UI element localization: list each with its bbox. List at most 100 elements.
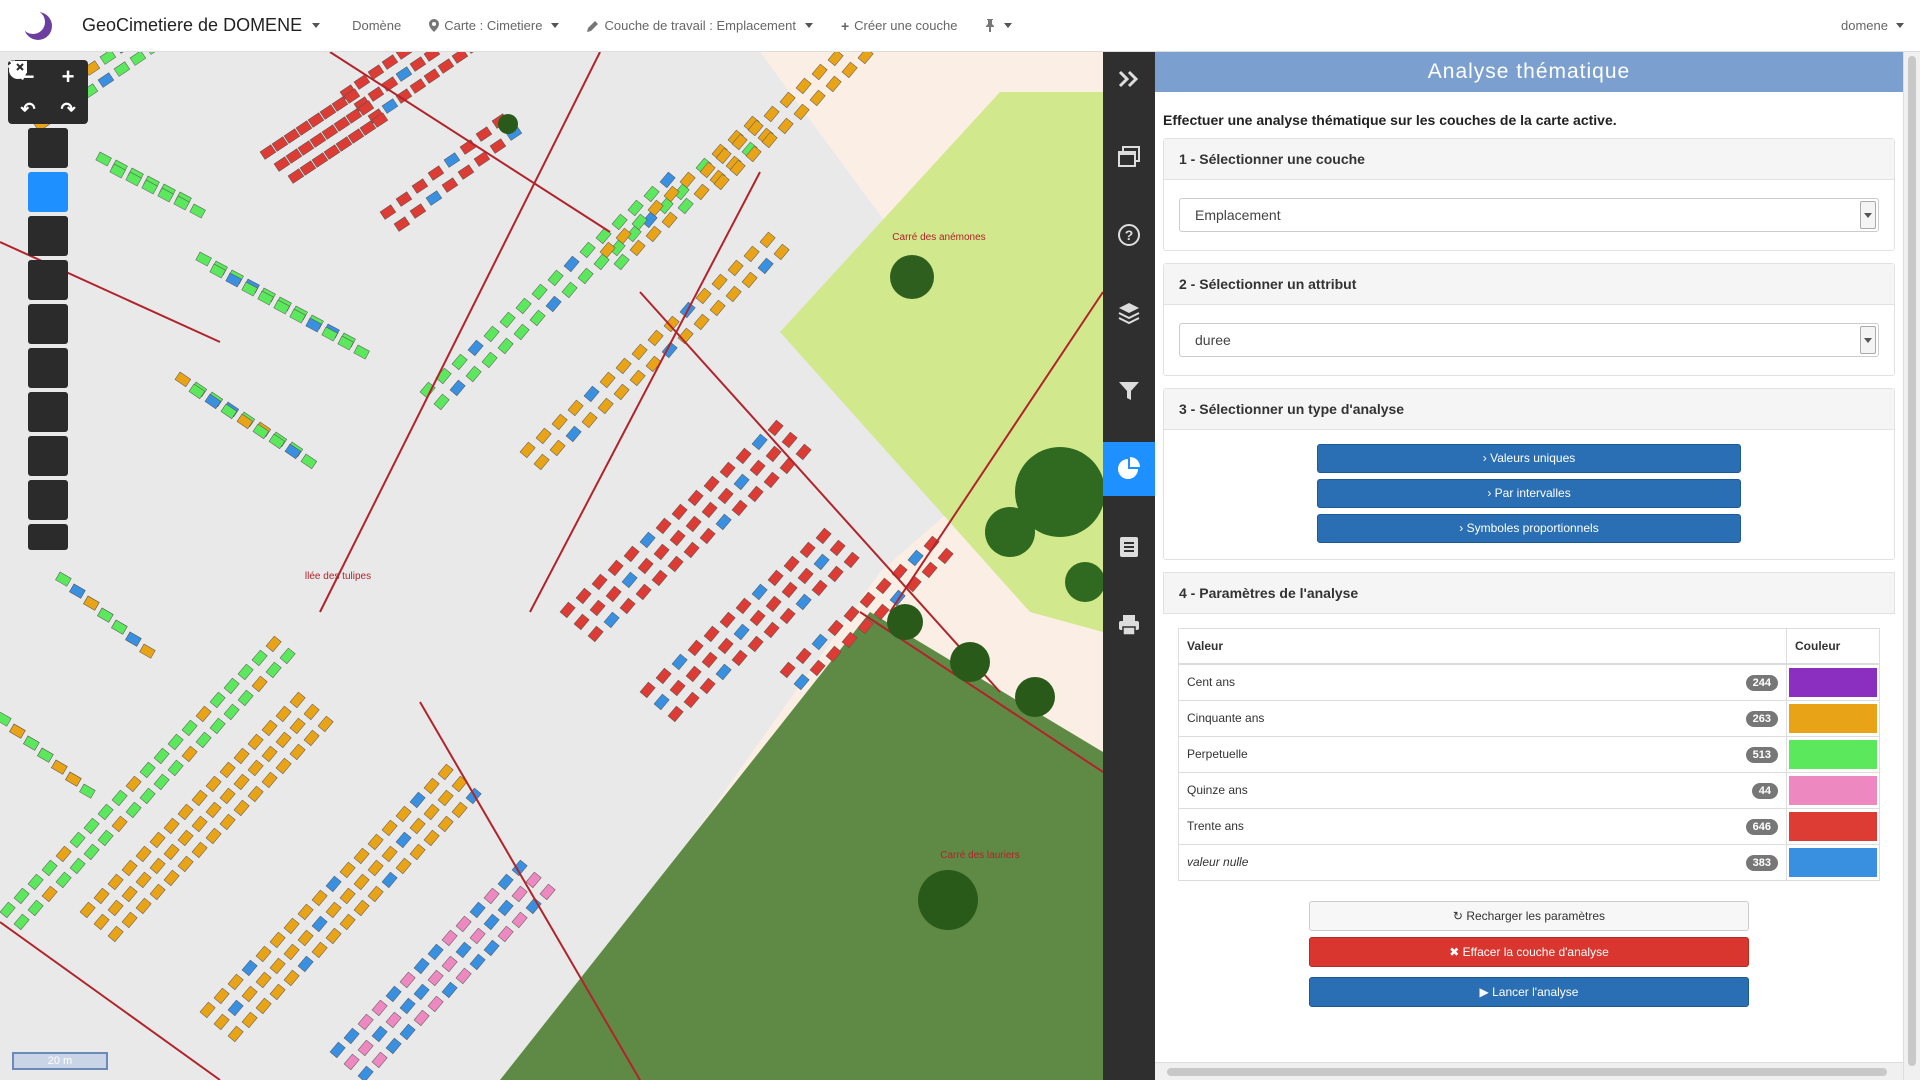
measure-area-tool[interactable]: [9, 60, 68, 476]
print-icon: [1119, 615, 1139, 636]
windows-button[interactable]: [1103, 130, 1155, 184]
print-button[interactable]: [1103, 598, 1155, 652]
undo-button[interactable]: ↶: [8, 94, 48, 124]
user-menu[interactable]: domene: [1841, 18, 1904, 33]
clear-label: Effacer la couche d'analyse: [1462, 945, 1609, 959]
scale-line: 20 m: [12, 1052, 108, 1070]
collapse-panel-button[interactable]: [1103, 52, 1155, 106]
param-color-cell[interactable]: [1786, 772, 1880, 809]
attribute-select[interactable]: duree: [1179, 323, 1879, 357]
chevron-down-icon: [1896, 23, 1904, 28]
help-button[interactable]: ?: [1103, 208, 1155, 262]
eraser-icon: [8, 61, 27, 73]
unique-values-button[interactable]: › Valeurs uniques: [1317, 444, 1741, 473]
cemetery-map[interactable]: Carré des anémones Carré des lauriers ll…: [0, 52, 1103, 1080]
unique-values-label: Valeurs uniques: [1490, 451, 1576, 465]
close-icon: ✖: [1449, 945, 1460, 959]
pointer-tool[interactable]: [13, 63, 68, 256]
param-label: Quinze ans: [1187, 782, 1248, 797]
nav-creer-label: Créer une couche: [854, 18, 958, 33]
zoom-in-button[interactable]: +: [48, 60, 88, 94]
scroll-h-thumb[interactable]: [1167, 1068, 1887, 1076]
param-color-cell[interactable]: [1786, 808, 1880, 845]
param-value-cell: Cent ans 244: [1178, 663, 1787, 701]
intervals-button[interactable]: › Par intervalles: [1317, 479, 1741, 508]
param-value-cell: Trente ans 646: [1178, 808, 1787, 845]
polygon-select-tool[interactable]: [9, 61, 68, 344]
clear-analysis-button[interactable]: ✖ Effacer la couche d'analyse: [1309, 937, 1749, 967]
run-label: Lancer l'analyse: [1492, 985, 1579, 999]
nav-domaine[interactable]: Domène: [338, 0, 415, 52]
layers-button[interactable]: [1103, 286, 1155, 340]
count-badge: 263: [1745, 710, 1778, 727]
svg-text:?: ?: [1125, 227, 1134, 243]
param-color-cell[interactable]: [1786, 663, 1880, 701]
horizontal-scrollbar[interactable]: [1155, 1062, 1903, 1080]
panel-intro: Effectuer une analyse thématique sur les…: [1163, 112, 1617, 128]
color-swatch[interactable]: [1789, 848, 1877, 877]
box-select-tool[interactable]: [9, 61, 68, 300]
color-swatch[interactable]: [1789, 668, 1877, 697]
scroll-thumb[interactable]: [1908, 56, 1916, 1066]
thematic-analysis-panel: Analyse thématique Effectuer une analyse…: [1155, 52, 1903, 1070]
brand-title: GeoCimetiere de DOMENE: [82, 15, 303, 35]
chevron-down-icon: [551, 23, 560, 28]
book-icon: [1120, 537, 1138, 557]
color-swatch[interactable]: [1789, 812, 1877, 841]
pie-chart-icon: [1118, 457, 1140, 479]
erase-tool[interactable]: [8, 61, 68, 550]
intervals-label: Par intervalles: [1494, 486, 1571, 500]
param-label: Perpetuelle: [1187, 746, 1248, 761]
circle-select-tool[interactable]: [9, 61, 68, 388]
param-color-cell[interactable]: [1786, 736, 1880, 773]
nav-couche[interactable]: Couche de travail : Emplacement: [573, 0, 826, 52]
step4-section: 4 - Paramètres de l'analyse Valeur Coule…: [1163, 572, 1895, 1027]
draw-tool[interactable]: [10, 61, 68, 520]
document-button[interactable]: [1103, 520, 1155, 574]
measure-line-tool[interactable]: [10, 62, 68, 432]
count-badge: 244: [1745, 674, 1778, 691]
map-marker-icon: [429, 19, 440, 32]
nav-creer-couche[interactable]: + Créer une couche: [827, 0, 972, 52]
nav-domaine-label: Domène: [352, 18, 402, 33]
chevron-down-icon: [1004, 23, 1013, 28]
param-label: Cent ans: [1187, 674, 1236, 689]
attribute-select-value: duree: [1195, 332, 1231, 348]
col-color-header: Couleur: [1786, 628, 1880, 665]
select-tool[interactable]: [8, 62, 68, 212]
map-canvas[interactable]: Carré des anémones Carré des lauriers ll…: [0, 52, 1103, 1080]
run-analysis-button[interactable]: ▶ Lancer l'analyse: [1309, 977, 1749, 1007]
pencil-icon: [587, 20, 599, 32]
count-badge: 383: [1745, 854, 1778, 871]
param-row: Quinze ans 44: [1178, 772, 1880, 809]
thematic-analysis-button[interactable]: [1103, 442, 1155, 496]
proportional-symbols-button[interactable]: › Symboles proportionnels: [1317, 514, 1741, 543]
filter-button[interactable]: [1103, 364, 1155, 418]
nav-pin-menu[interactable]: [971, 0, 1026, 52]
nav-carte[interactable]: Carte : Cimetiere: [415, 0, 573, 52]
reload-params-button[interactable]: ↻ Recharger les paramètres: [1309, 901, 1749, 931]
step1-section: 1 - Sélectionner une couche Emplacement: [1163, 138, 1895, 251]
vertical-scrollbar[interactable]: [1903, 52, 1920, 1080]
color-swatch[interactable]: [1789, 776, 1877, 805]
app-logo[interactable]: [14, 0, 62, 52]
count-badge: 646: [1745, 818, 1778, 835]
chevron-down-icon: [312, 23, 321, 28]
param-color-cell[interactable]: [1786, 844, 1880, 881]
globe-tool[interactable]: [9, 61, 68, 168]
layer-select[interactable]: Emplacement: [1179, 198, 1879, 232]
top-navbar: GeoCimetiere de DOMENE Domène Carte : Ci…: [0, 0, 1920, 52]
filter-icon: [1119, 382, 1139, 400]
layer-select-value: Emplacement: [1195, 207, 1281, 223]
color-swatch[interactable]: [1789, 704, 1877, 733]
brand-menu[interactable]: GeoCimetiere de DOMENE: [82, 15, 321, 36]
color-swatch[interactable]: [1789, 740, 1877, 769]
count-badge: 44: [1751, 782, 1778, 799]
param-color-cell[interactable]: [1786, 700, 1880, 737]
play-icon: ▶: [1479, 985, 1489, 999]
param-row: Perpetuelle 513: [1178, 736, 1880, 773]
redo-button[interactable]: ↷: [48, 94, 88, 124]
reload-label: Recharger les paramètres: [1466, 909, 1606, 923]
nav-couche-label: Couche de travail : Emplacement: [604, 18, 796, 33]
chevron-down-icon: [804, 23, 813, 28]
